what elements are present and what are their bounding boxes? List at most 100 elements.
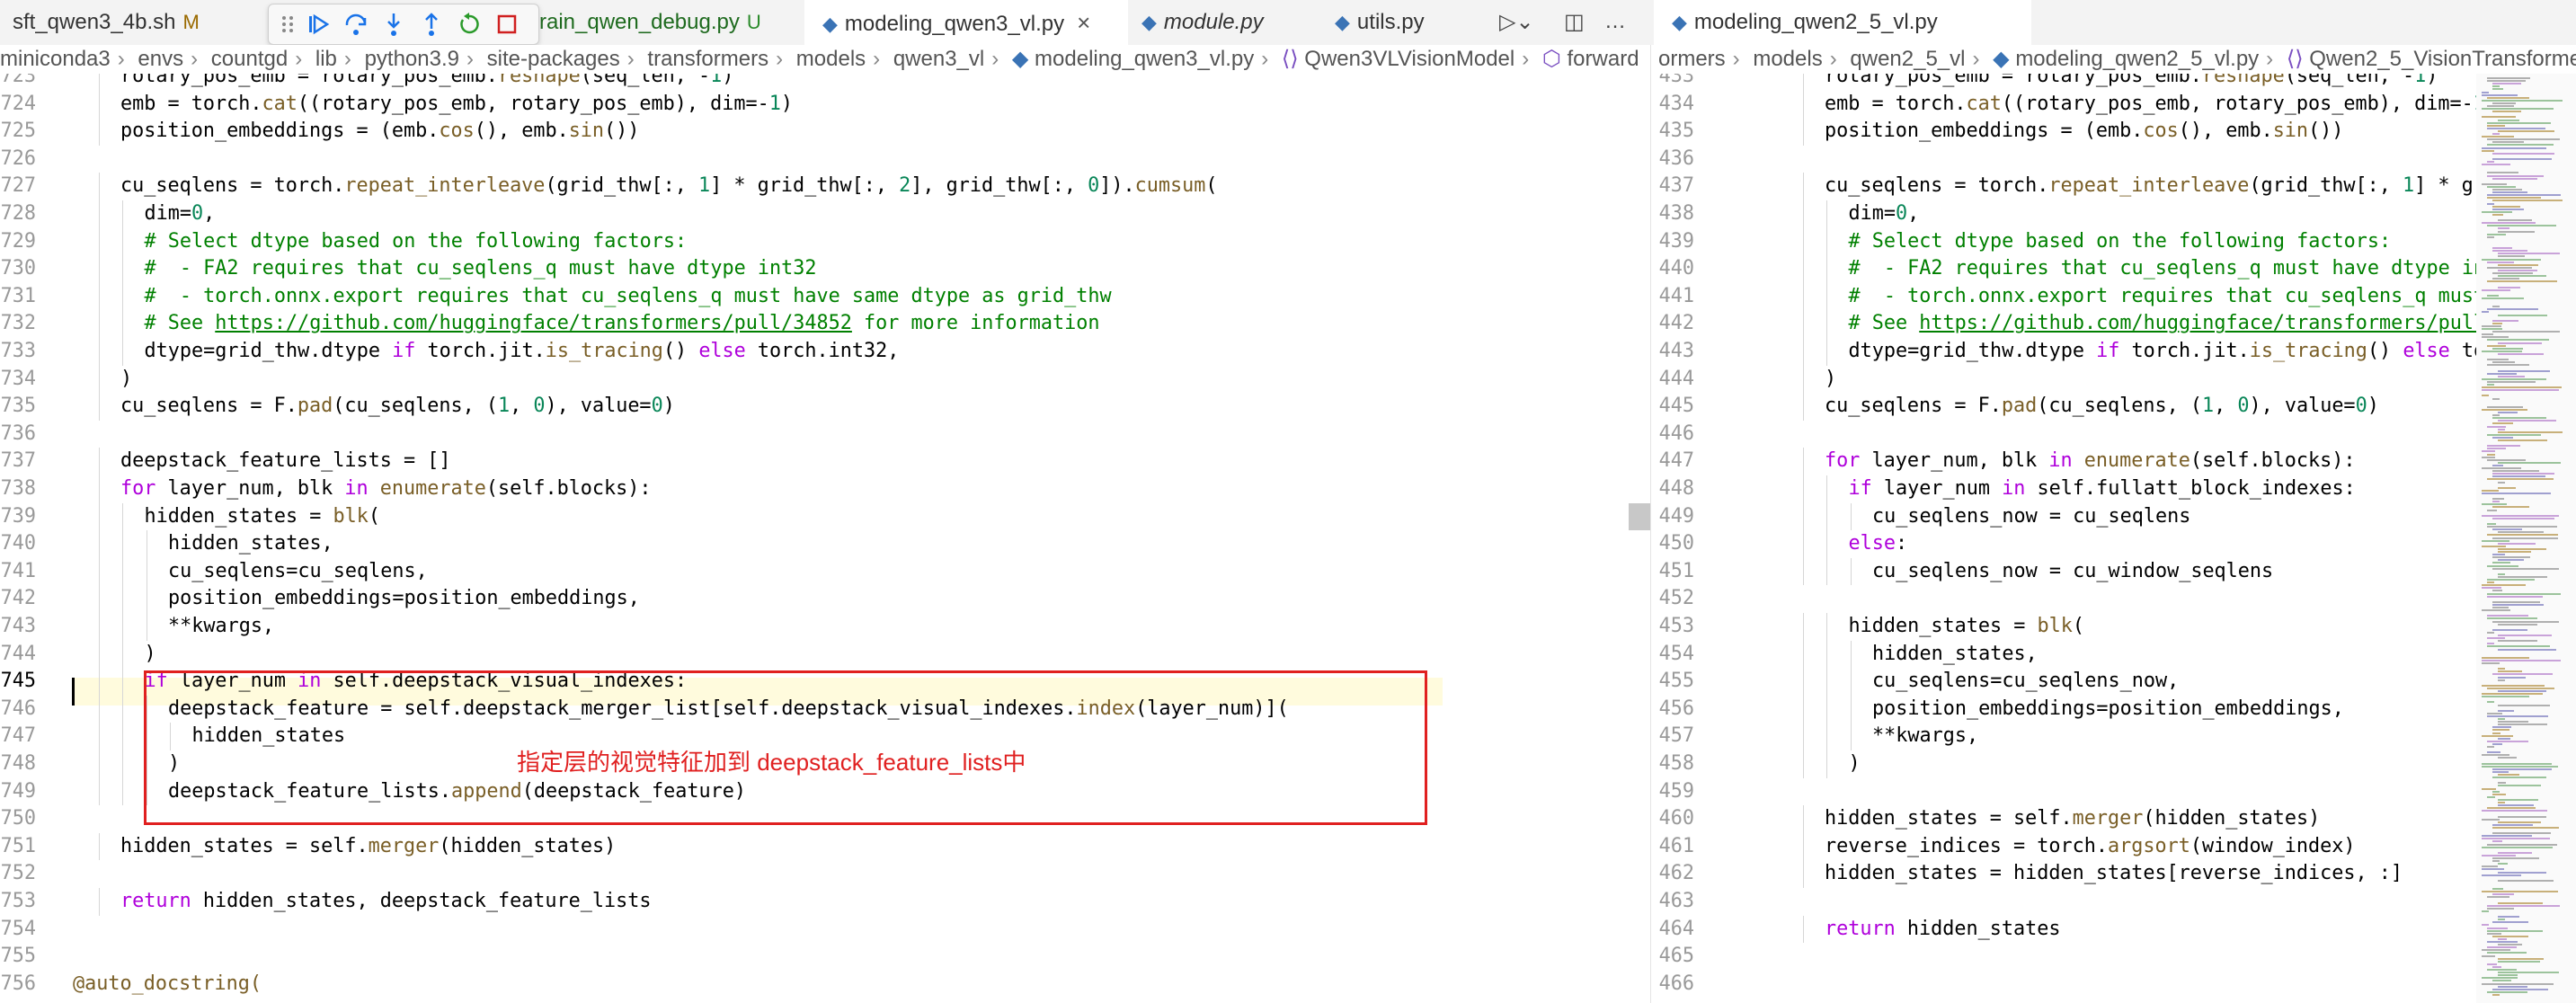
- code-line[interactable]: 743 **kwargs,: [0, 613, 1438, 641]
- code-line[interactable]: 742 position_embeddings=position_embeddin…: [0, 585, 1438, 613]
- code-line[interactable]: 751 hidden_states = self.merger(hidden_st…: [0, 832, 1438, 861]
- code-line[interactable]: 730 # - FA2 requires that cu_seqlens_q mu…: [0, 255, 1438, 283]
- code-line[interactable]: 458): [1651, 750, 2476, 778]
- drag-handle-icon[interactable]: [274, 11, 301, 38]
- code-line[interactable]: 462 hidden_states = hidden_states[reverse…: [1651, 860, 2476, 888]
- code-line[interactable]: 461 reverse_indices = torch.argsort(windo…: [1651, 832, 2476, 861]
- breadcrumb-item[interactable]: ormers: [1658, 47, 1726, 71]
- code-line[interactable]: 734): [0, 365, 1438, 394]
- tab-sft-qwen3-4b-sh[interactable]: sft_qwen3_4b.sh M: [0, 0, 273, 45]
- code-line[interactable]: 756 @auto_docstring(: [0, 971, 1438, 999]
- code-line[interactable]: 453 hidden_states = blk(: [1651, 613, 2476, 641]
- breadcrumb-item[interactable]: countgd: [211, 47, 288, 71]
- breadcrumb-item[interactable]: miniconda3: [0, 47, 111, 71]
- code-line[interactable]: 452: [1651, 585, 2476, 613]
- code-line[interactable]: 436: [1651, 146, 2476, 173]
- code-line[interactable]: 731 # - torch.onnx.export requires that c…: [0, 282, 1438, 311]
- code-line[interactable]: 755: [0, 943, 1438, 971]
- code-line[interactable]: 440 # - FA2 requires that cu_seqlens_q mu…: [1651, 255, 2497, 283]
- tab-rain-qwen-debug-py[interactable]: rain_qwen_debug.py U: [539, 0, 795, 45]
- breadcrumb-item[interactable]: envs: [138, 47, 183, 71]
- breadcrumb-item[interactable]: models: [1753, 47, 1822, 71]
- code-line[interactable]: 439 # Select dtype based on the following…: [1651, 227, 2476, 256]
- breadcrumb-item[interactable]: transformers: [647, 47, 768, 71]
- code-line[interactable]: 443 dtype=grid_thw.dtype if torch.jit.is_…: [1651, 338, 2497, 366]
- code-line[interactable]: 733 dtype=grid_thw.dtype if torch.jit.is_…: [0, 338, 1438, 366]
- code-line[interactable]: 447 for layer_num, blk in enumerate(self.…: [1651, 448, 2476, 475]
- code-line[interactable]: 754: [0, 916, 1438, 944]
- tab-modeling-qwen3-vl-py[interactable]: ◆ modeling_qwen3_vl.py ×: [804, 0, 1128, 45]
- code-line[interactable]: 735 cu_seqlens = F.pad(cu_seqlens, (1, 0)…: [0, 393, 1438, 421]
- code-line[interactable]: 739 hidden_states = blk(: [0, 502, 1438, 531]
- step-out-icon[interactable]: [418, 11, 445, 38]
- code-line[interactable]: 725 position_embeddings = (emb.cos(), emb…: [0, 118, 1438, 146]
- breadcrumb-item[interactable]: models: [796, 47, 866, 71]
- breadcrumb-item[interactable]: lib: [315, 47, 337, 71]
- breadcrumb-item[interactable]: modeling_qwen3_vl.py: [1035, 47, 1254, 71]
- breadcrumb-item[interactable]: Qwen2_5_VisionTransformerP: [2309, 47, 2576, 71]
- code-line[interactable]: 433 rotary_pos_emb = rotary_pos_emb.resha…: [1651, 74, 2476, 91]
- code-line[interactable]: 448 if layer_num in self.fullatt_block_in…: [1651, 475, 2476, 503]
- code-line[interactable]: 729 # Select dtype based on the following…: [0, 227, 1438, 256]
- breadcrumb-item[interactable]: forward: [1568, 47, 1639, 71]
- code-line[interactable]: 445 cu_seqlens = F.pad(cu_seqlens, (1, 0)…: [1651, 393, 2476, 421]
- code-line[interactable]: 449 cu_seqlens_now = cu_seqlens: [1651, 502, 2476, 531]
- code-line[interactable]: 732 # See https://github.com/huggingface/…: [0, 310, 1438, 338]
- code-line[interactable]: 451 cu_seqlens_now = cu_window_seqlens: [1651, 557, 2476, 586]
- code-line[interactable]: 736: [0, 421, 1438, 448]
- close-icon[interactable]: ×: [1077, 9, 1090, 36]
- code-line[interactable]: 454 hidden_states,: [1651, 640, 2476, 669]
- code-line[interactable]: 438 dim=0,: [1651, 200, 2476, 228]
- code-line[interactable]: 738 for layer_num, blk in enumerate(self.…: [0, 475, 1438, 503]
- code-line[interactable]: 753 return hidden_states, deepstack_featu…: [0, 888, 1438, 916]
- step-over-icon[interactable]: [342, 11, 369, 38]
- code-line[interactable]: 741 cu_seqlens=cu_seqlens,: [0, 557, 1438, 586]
- code-line[interactable]: 727 cu_seqlens = torch.repeat_interleave(…: [0, 173, 1438, 200]
- tab-module-py[interactable]: ◆ module.py: [1124, 0, 1321, 45]
- code-line[interactable]: 724 emb = torch.cat((rotary_pos_emb, rota…: [0, 90, 1438, 119]
- code-line[interactable]: 740 hidden_states,: [0, 530, 1438, 558]
- tab-modeling-qwen2-5-vl-py[interactable]: ◆ modeling_qwen2_5_vl.py: [1654, 0, 2031, 45]
- code-line[interactable]: 442 # See https://github.com/huggingface/…: [1651, 310, 2497, 338]
- code-line[interactable]: 466: [1651, 971, 2476, 999]
- code-line[interactable]: 450 else:: [1651, 530, 2476, 558]
- code-line[interactable]: 434 emb = torch.cat((rotary_pos_emb, rota…: [1651, 90, 2497, 119]
- continue-icon[interactable]: [305, 11, 332, 38]
- code-line[interactable]: 465: [1651, 943, 2476, 971]
- code-line[interactable]: 444): [1651, 365, 2476, 394]
- code-line[interactable]: 456 position_embeddings=position_embeddin…: [1651, 695, 2476, 723]
- code-line[interactable]: 752: [0, 860, 1438, 888]
- editor-left[interactable]: 723 rotary_pos_emb = rotary_pos_emb.resha…: [0, 74, 1443, 1003]
- code-line[interactable]: 455 cu_seqlens=cu_seqlens_now,: [1651, 668, 2476, 696]
- run-debug-icon[interactable]: ▷⌄: [1499, 9, 1534, 35]
- code-line[interactable]: 460 hidden_states = self.merger(hidden_st…: [1651, 805, 2476, 833]
- restart-icon[interactable]: [456, 11, 483, 38]
- code-line[interactable]: 737 deepstack_feature_lists = []: [0, 448, 1438, 475]
- breadcrumb-item[interactable]: python3.9: [365, 47, 459, 71]
- code-line[interactable]: 446: [1651, 421, 2476, 448]
- minimap-right[interactable]: [2476, 74, 2576, 1003]
- stop-icon[interactable]: [493, 11, 520, 38]
- breadcrumb-item[interactable]: qwen2_5_vl: [1850, 47, 1965, 71]
- tab-utils-py[interactable]: ◆ utils.py: [1317, 0, 1497, 45]
- code-line[interactable]: 459: [1651, 778, 2476, 806]
- breadcrumb-item[interactable]: site-packages: [487, 47, 620, 71]
- code-line[interactable]: 435 position_embeddings = (emb.cos(), emb…: [1651, 118, 2476, 146]
- split-editor-icon[interactable]: ◫: [1564, 9, 1585, 35]
- code-line[interactable]: 728 dim=0,: [0, 200, 1438, 228]
- code-line[interactable]: 437 cu_seqlens = torch.repeat_interleave(…: [1651, 173, 2520, 200]
- editor-right[interactable]: 433 rotary_pos_emb = rotary_pos_emb.resha…: [1651, 74, 2576, 1003]
- code-line[interactable]: 726: [0, 146, 1438, 173]
- more-actions-icon[interactable]: …: [1604, 9, 1626, 34]
- code-line[interactable]: 457 **kwargs,: [1651, 723, 2476, 750]
- scroll-thumb[interactable]: [1629, 503, 1650, 530]
- scrollbar-left[interactable]: [1618, 74, 1650, 1003]
- breadcrumb-item[interactable]: qwen3_vl: [893, 47, 984, 71]
- code-line[interactable]: 744): [0, 640, 1438, 669]
- code-line[interactable]: 441 # - torch.onnx.export requires that c…: [1651, 282, 2485, 311]
- step-into-icon[interactable]: [380, 11, 407, 38]
- code-line[interactable]: 723 rotary_pos_emb = rotary_pos_emb.resha…: [0, 74, 1438, 91]
- code-line[interactable]: 463: [1651, 888, 2476, 916]
- breadcrumb-item[interactable]: modeling_qwen2_5_vl.py: [2015, 47, 2259, 71]
- breadcrumb-item[interactable]: Qwen3VLVisionModel: [1304, 47, 1515, 71]
